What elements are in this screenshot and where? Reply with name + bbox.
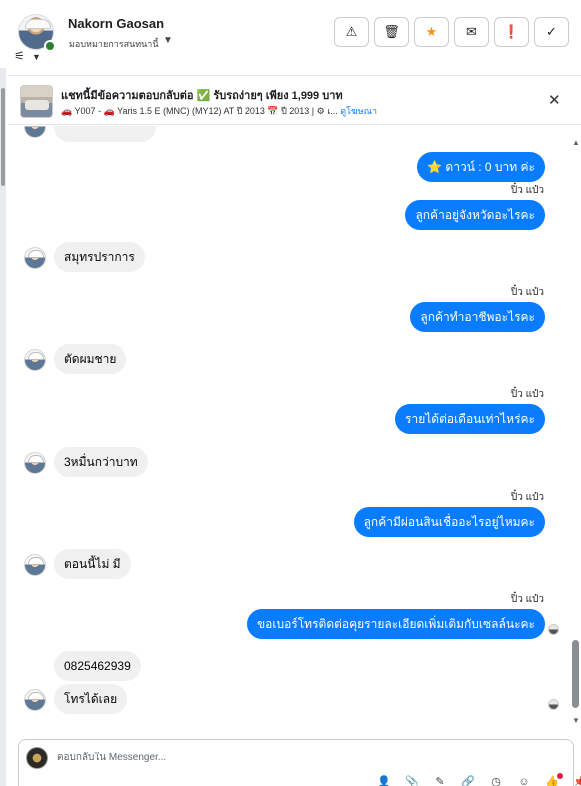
pen-icon[interactable]: ✎ [433, 776, 447, 786]
left-scrollbar[interactable] [0, 0, 6, 786]
spam-button[interactable]: ⚠ [334, 17, 369, 47]
page-avatar [26, 747, 48, 769]
scroll-down-icon[interactable]: ▼ [572, 716, 580, 725]
delete-button[interactable]: 🗑 [374, 17, 409, 47]
seen-avatar [548, 624, 559, 635]
like-icon-wrap[interactable]: 👍 [545, 773, 563, 786]
incoming-message[interactable]: 3หมื่นกว่าบาท [54, 447, 148, 477]
sender-name: ปิ๋ว แป๋ว [510, 594, 544, 605]
view-ad-link[interactable]: ดูโฆษณา [340, 106, 377, 116]
outgoing-message[interactable]: รายได้ต่อเดือนเท่าไหร่คะ [395, 404, 545, 434]
contact-avatar-small [24, 452, 46, 474]
ad-subtitle-text: 🚗 Y007 - 🚗 Yaris 1.5 E (MNC) (MY12) AT ป… [61, 106, 341, 116]
star-icon: ★ [425, 24, 438, 39]
outgoing-message[interactable]: ⭐ ดาวน์ : 0 บาท ค่ะ [417, 152, 545, 182]
contact-name[interactable]: Nakorn Gaosan [68, 16, 164, 31]
ad-subtitle: 🚗 Y007 - 🚗 Yaris 1.5 E (MNC) (MY12) AT ป… [61, 104, 377, 118]
scrollbar-thumb[interactable] [572, 640, 579, 708]
incoming-message[interactable]: 0825462939 [54, 651, 141, 681]
sender-name: ปิ๋ว แป๋ว [510, 389, 544, 400]
incoming-message[interactable]: สมุทรปราการ [54, 242, 145, 272]
outgoing-message[interactable]: ขอเบอร์โทรติดต่อคุยรายละเอียดเพิ่มเติมกั… [246, 609, 545, 639]
action-toolbar: ⚠ 🗑 ★ ✉ ❗ ✓ [334, 17, 569, 47]
reply-input[interactable] [57, 752, 537, 763]
envelope-icon: ✉ [466, 24, 477, 39]
ad-thumbnail[interactable] [20, 85, 53, 118]
warning-icon: ⚠ [345, 24, 358, 39]
link-icon[interactable]: 🔗 [461, 776, 475, 786]
sender-name: ปิ๋ว แป๋ว [510, 185, 544, 196]
incoming-message[interactable]: ตัดผมชาย [54, 344, 127, 374]
contact-avatar-small [24, 126, 46, 138]
contact-avatar-small [24, 247, 46, 269]
follow-up-button[interactable]: ❗ [494, 17, 529, 47]
star-button[interactable]: ★ [414, 17, 449, 47]
assign-dropdown-icon[interactable]: ▼ [163, 35, 173, 46]
pin-icon[interactable]: 📌 [573, 776, 581, 786]
clock-icon[interactable]: ◷ [489, 776, 503, 786]
mail-button[interactable]: ✉ [454, 17, 489, 47]
incoming-message[interactable]: โทรได้เลย [54, 684, 128, 714]
seen-avatar [548, 699, 559, 710]
notification-dot [557, 773, 563, 779]
contact-avatar-small [24, 349, 46, 371]
composer-toolbar: 👤 📎 ✎ 🔗 ◷ ☺ 👍 📌 [377, 773, 581, 786]
add-person-icon[interactable]: 👤 [377, 776, 391, 786]
outgoing-message[interactable]: ลูกค้าทำอาชีพอะไรคะ [410, 302, 545, 332]
contact-avatar-small [24, 689, 46, 711]
done-button[interactable]: ✓ [534, 17, 569, 47]
contact-avatar-small [24, 554, 46, 576]
sender-name: ปิ๋ว แป๋ว [510, 492, 544, 503]
sender-name: ปิ๋ว แป๋ว [510, 287, 544, 298]
message-thread[interactable]: ⭐ ดาวน์ : 0 บาท ค่ะ ปิ๋ว แป๋ว ลูกค้าอยู่… [8, 126, 570, 728]
attach-icon[interactable]: 📎 [405, 776, 419, 786]
filter-icon[interactable]: ⚟ [14, 50, 25, 62]
conversation-header: ⚟ ▼ Nakorn Gaosan มอบหมายการสนทนานี้ ▼ ⚠… [0, 0, 581, 68]
message-text: ⭐ ดาวน์ : 0 บาท ค่ะ [427, 160, 535, 174]
status-indicator [44, 40, 56, 52]
outgoing-message[interactable]: ลูกค้าอยู่จังหวัดอะไรคะ [405, 200, 545, 230]
assign-conversation-link[interactable]: มอบหมายการสนทนานี้ [69, 37, 159, 51]
scroll-up-icon[interactable]: ▲ [572, 138, 580, 147]
left-scrollbar-thumb[interactable] [1, 88, 5, 186]
reply-composer: 👤 📎 ✎ 🔗 ◷ ☺ 👍 📌 [18, 739, 581, 786]
chevron-down-icon[interactable]: ▼ [32, 52, 41, 62]
follow-up-icon: ❗ [503, 24, 520, 39]
partial-incoming-bubble [54, 126, 156, 142]
inbox-conversation-window: ⚟ ▼ Nakorn Gaosan มอบหมายการสนทนานี้ ▼ ⚠… [0, 0, 581, 786]
check-icon: ✓ [546, 24, 557, 39]
outgoing-message[interactable]: ลูกค้ามีผ่อนสินเชื่ออะไรอยู่ไหมคะ [353, 507, 545, 537]
ad-context-banner: แชทนี้มีข้อความตอบกลับต่อ ✅ รับรถง่ายๆ เ… [8, 75, 581, 125]
trash-icon: 🗑 [383, 24, 400, 39]
emoji-icon[interactable]: ☺ [517, 776, 531, 786]
close-icon[interactable]: ✕ [548, 91, 561, 109]
incoming-message[interactable]: ตอนนี้ไม่ มี [54, 549, 131, 579]
ad-title: แชทนี้มีข้อความตอบกลับต่อ ✅ รับรถง่ายๆ เ… [61, 90, 343, 102]
message-scrollbar[interactable]: ▲ ▼ [570, 138, 581, 728]
